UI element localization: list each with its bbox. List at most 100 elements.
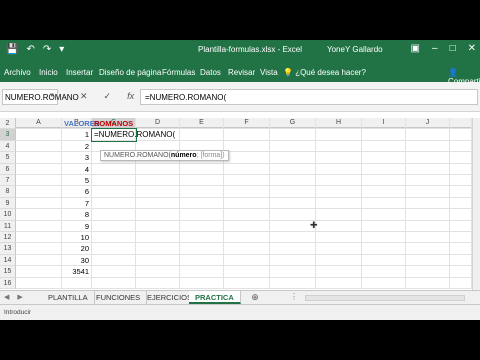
- cell-e[interactable]: [180, 232, 224, 244]
- cell-f[interactable]: [224, 209, 270, 221]
- cell-f[interactable]: [224, 175, 270, 187]
- cell-h[interactable]: [316, 118, 362, 130]
- cell-b[interactable]: 7: [62, 197, 92, 210]
- cell-c[interactable]: [92, 266, 136, 278]
- cell-a[interactable]: [16, 152, 62, 164]
- cell-h[interactable]: [316, 163, 362, 175]
- cell-d[interactable]: [136, 232, 180, 244]
- cell-h[interactable]: [316, 186, 362, 198]
- cell-g[interactable]: [270, 129, 316, 141]
- tab-formulas[interactable]: Fórmulas: [162, 68, 195, 77]
- cell-i[interactable]: [362, 186, 406, 198]
- cell-g[interactable]: [270, 243, 316, 255]
- cell-b[interactable]: VALORES: [62, 118, 100, 130]
- row-header[interactable]: 14: [0, 254, 16, 267]
- close-icon[interactable]: ✕: [468, 43, 476, 54]
- cell-h[interactable]: [316, 129, 362, 141]
- cell-f[interactable]: [224, 197, 270, 210]
- cell-f[interactable]: [224, 277, 270, 289]
- cell-f[interactable]: [224, 266, 270, 278]
- cell-f[interactable]: [224, 140, 270, 153]
- cell-c[interactable]: [92, 254, 136, 267]
- cell-k[interactable]: [450, 220, 472, 232]
- cell-k[interactable]: [450, 186, 472, 198]
- cell-b[interactable]: 30: [62, 254, 92, 267]
- cell-e[interactable]: [180, 243, 224, 255]
- tab-datos[interactable]: Datos: [200, 68, 221, 77]
- cell-h[interactable]: [316, 152, 362, 164]
- cell-c[interactable]: [92, 163, 136, 175]
- cell-e[interactable]: [180, 220, 224, 232]
- cell-b[interactable]: 3541: [62, 266, 92, 278]
- cell-a[interactable]: [16, 220, 62, 232]
- cell-i[interactable]: [362, 266, 406, 278]
- cell-h[interactable]: [316, 209, 362, 221]
- cell-d[interactable]: [136, 254, 180, 267]
- cell-g[interactable]: [270, 163, 316, 175]
- cell-b[interactable]: 9: [62, 220, 92, 232]
- cell-f[interactable]: [224, 254, 270, 267]
- cell-i[interactable]: [362, 254, 406, 267]
- cell-k[interactable]: [450, 163, 472, 175]
- cell-g[interactable]: [270, 175, 316, 187]
- cell-b[interactable]: 1: [62, 129, 92, 141]
- cell-h[interactable]: [316, 243, 362, 255]
- cell-e[interactable]: [180, 197, 224, 210]
- cell-f[interactable]: [224, 232, 270, 244]
- cell-g[interactable]: [270, 140, 316, 153]
- cell-c[interactable]: =NUMERO.ROMANO(: [91, 128, 175, 142]
- cell-h[interactable]: [316, 232, 362, 244]
- vertical-scrollbar[interactable]: [472, 118, 480, 290]
- row-header[interactable]: 4: [0, 140, 16, 153]
- row-header[interactable]: 11: [0, 220, 16, 232]
- cell-g[interactable]: [270, 186, 316, 198]
- sheet-tab-practica[interactable]: PRACTICA: [189, 291, 241, 304]
- cell-i[interactable]: [362, 129, 406, 141]
- cell-e[interactable]: [180, 277, 224, 289]
- cell-j[interactable]: [406, 163, 450, 175]
- cell-j[interactable]: [406, 277, 450, 289]
- row-header[interactable]: 15: [0, 266, 16, 278]
- cell-b[interactable]: 5: [62, 175, 92, 187]
- cell-i[interactable]: [362, 152, 406, 164]
- cell-j[interactable]: [406, 175, 450, 187]
- cell-e[interactable]: [180, 163, 224, 175]
- row-header[interactable]: 5: [0, 152, 16, 164]
- cell-a[interactable]: [16, 175, 62, 187]
- cell-j[interactable]: [406, 243, 450, 255]
- cell-a[interactable]: [16, 163, 62, 175]
- cell-b[interactable]: 4: [62, 163, 92, 175]
- cell-e[interactable]: [180, 118, 224, 130]
- cell-a[interactable]: [16, 266, 62, 278]
- undo-icon[interactable]: ↶: [26, 44, 34, 55]
- cell-g[interactable]: [270, 232, 316, 244]
- cell-f[interactable]: [224, 243, 270, 255]
- cell-d[interactable]: [136, 197, 180, 210]
- cell-g[interactable]: [270, 254, 316, 267]
- sheet-options-icon[interactable]: ⋮: [290, 292, 298, 301]
- next-sheet-icon[interactable]: ▶: [17, 293, 22, 301]
- minimize-icon[interactable]: –: [432, 43, 438, 54]
- sheet-tab-plantilla[interactable]: PLANTILLA: [42, 291, 95, 304]
- cell-d[interactable]: [136, 118, 180, 130]
- cell-d[interactable]: [136, 266, 180, 278]
- cell-j[interactable]: [406, 209, 450, 221]
- save-icon[interactable]: 💾: [6, 44, 18, 55]
- row-header[interactable]: 12: [0, 232, 16, 244]
- function-tooltip[interactable]: NUMERO.ROMANO(número; [forma]): [100, 150, 229, 161]
- cell-i[interactable]: [362, 140, 406, 153]
- cell-d[interactable]: [136, 220, 180, 232]
- row-header[interactable]: 3: [0, 129, 16, 141]
- cell-k[interactable]: [450, 209, 472, 221]
- cell-h[interactable]: [316, 140, 362, 153]
- row-header[interactable]: 8: [0, 186, 16, 198]
- sheet-tab-funciones[interactable]: FUNCIONES: [90, 291, 148, 304]
- cell-d[interactable]: [136, 243, 180, 255]
- cell-a[interactable]: [16, 140, 62, 153]
- horizontal-scrollbar[interactable]: [305, 295, 465, 301]
- cell-i[interactable]: [362, 209, 406, 221]
- cell-f[interactable]: [224, 118, 270, 130]
- tab-diseno-pagina[interactable]: Diseño de página: [99, 68, 161, 77]
- tab-revisar[interactable]: Revisar: [228, 68, 255, 77]
- customize-qat-icon[interactable]: ▾: [59, 44, 64, 55]
